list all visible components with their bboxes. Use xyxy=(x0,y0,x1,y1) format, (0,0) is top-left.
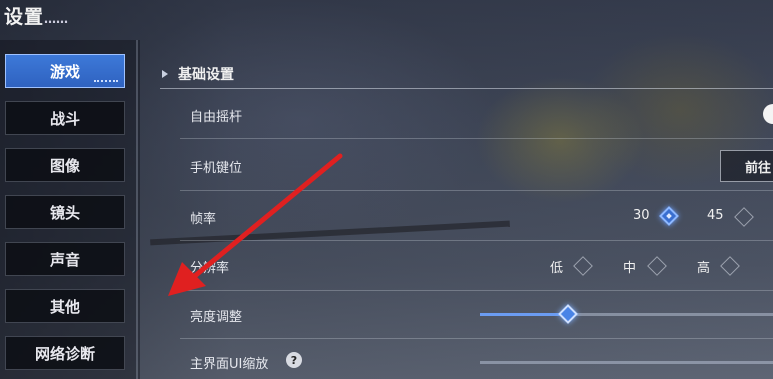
red-arrow-icon xyxy=(168,153,343,296)
